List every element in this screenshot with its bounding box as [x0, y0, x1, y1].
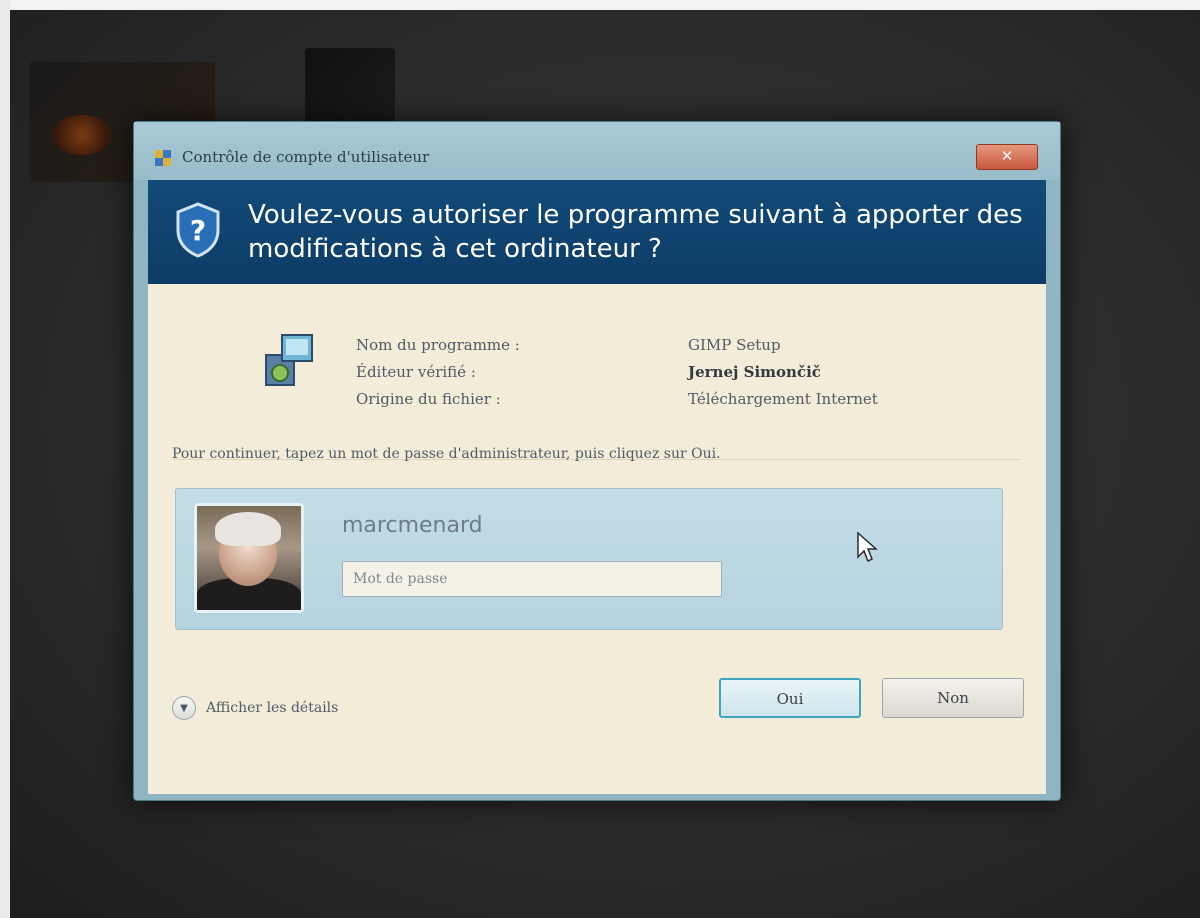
- password-field[interactable]: [342, 561, 722, 597]
- question-banner: ? Voulez-vous autoriser le programme sui…: [148, 180, 1046, 284]
- uac-shield-icon: [155, 150, 171, 166]
- svg-text:?: ?: [190, 214, 206, 247]
- file-origin-label: Origine du fichier :: [356, 390, 501, 408]
- program-name-label: Nom du programme :: [356, 336, 520, 354]
- desktop-icon-label: [36, 192, 146, 237]
- instruction-text: Pour continuer, tapez un mot de passe d'…: [172, 446, 721, 462]
- avatar-hair: [215, 512, 281, 546]
- dialog-titlebar: Contrôle de compte d'utilisateur ✕: [134, 122, 1060, 180]
- file-origin-value: Téléchargement Internet: [688, 390, 878, 408]
- program-name-value: GIMP Setup: [688, 336, 781, 354]
- screen: Contrôle de compte d'utilisateur ✕ ? Vou…: [0, 0, 1200, 918]
- dialog-title: Contrôle de compte d'utilisateur: [182, 148, 430, 166]
- publisher-label: Éditeur vérifié :: [356, 363, 476, 381]
- program-info-labels: Nom du programme : Éditeur vérifié : Ori…: [356, 332, 520, 413]
- close-button[interactable]: ✕: [976, 144, 1038, 170]
- chevron-down-icon[interactable]: ▼: [172, 696, 196, 720]
- avatar: [194, 503, 304, 613]
- no-button[interactable]: Non: [882, 678, 1024, 718]
- show-details-toggle[interactable]: ▼ Afficher les détails: [172, 696, 338, 720]
- username-label: marcmenard: [342, 513, 483, 538]
- yes-button[interactable]: Oui: [719, 678, 861, 718]
- desktop-app-glyph-icon: [52, 115, 112, 155]
- uac-dialog: Contrôle de compte d'utilisateur ✕ ? Vou…: [133, 121, 1061, 801]
- program-info-values: GIMP Setup Jernej Simončič Téléchargemen…: [688, 332, 878, 413]
- desktop-program-icon[interactable]: [305, 48, 395, 123]
- publisher-value: Jernej Simončič: [688, 363, 821, 381]
- monitor-bezel-top: [0, 0, 1200, 10]
- details-label[interactable]: Afficher les détails: [206, 700, 338, 716]
- mouse-pointer-icon: [857, 531, 878, 563]
- question-shield-icon: ?: [176, 202, 220, 258]
- installer-icon: [265, 334, 313, 386]
- monitor-bezel-left: [0, 0, 10, 918]
- banner-question: Voulez-vous autoriser le programme suiva…: [248, 200, 1023, 264]
- credential-panel[interactable]: marcmenard: [175, 488, 1003, 630]
